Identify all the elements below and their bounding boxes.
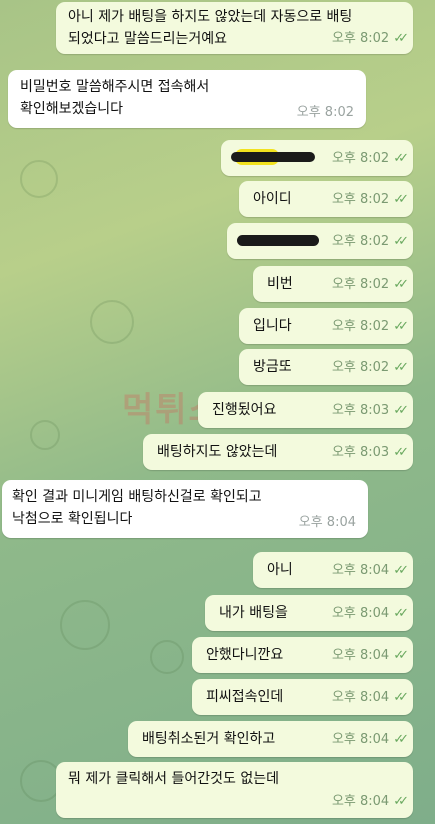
message-text: 확인 결과 미니게임 배팅하신걸로 확인되고 낙첨으로 확인됩니다: [12, 489, 262, 527]
double-check-icon: ✓✓: [393, 690, 409, 705]
message-meta: 오후 8:02 ✓✓: [331, 316, 409, 338]
message-meta: 오후 8:02 ✓✓: [331, 189, 409, 211]
message-meta: 오후 8:04 ✓✓: [331, 560, 409, 582]
double-check-icon: ✓✓: [393, 732, 409, 747]
message-meta: 오후 8:04 ✓✓: [331, 603, 409, 625]
outgoing-message[interactable]: 아이디 오후 8:02 ✓✓: [239, 181, 413, 217]
timestamp: 오후 8:04: [331, 732, 390, 747]
double-check-icon: ✓✓: [393, 648, 409, 663]
double-check-icon: ✓✓: [393, 31, 409, 46]
message-text: 안했다니깐요: [206, 647, 284, 663]
outgoing-message[interactable]: 진행됬어요 오후 8:03 ✓✓: [198, 392, 413, 428]
double-check-icon: ✓✓: [393, 445, 409, 460]
double-check-icon: ✓✓: [393, 563, 409, 578]
message-meta: 오후 8:04 ✓✓: [331, 729, 409, 751]
timestamp: 오후 8:02: [331, 234, 390, 249]
message-meta: 오후 8:04 ✓✓: [331, 791, 409, 813]
timestamp: 오후 8:04: [298, 515, 356, 530]
timestamp: 오후 8:04: [331, 690, 390, 705]
double-check-icon: ✓✓: [393, 794, 409, 809]
message-text: 입니다: [253, 318, 292, 334]
outgoing-message[interactable]: 피씨접속인데 오후 8:04 ✓✓: [192, 679, 413, 715]
timestamp: 오후 8:02: [331, 192, 390, 207]
message-text: 비번: [267, 276, 293, 292]
outgoing-message[interactable]: 비번 오후 8:02 ✓✓: [253, 266, 413, 302]
message-text: 아이디: [253, 191, 292, 207]
message-meta: 오후 8:02: [297, 102, 354, 124]
incoming-message[interactable]: 확인 결과 미니게임 배팅하신걸로 확인되고 낙첨으로 확인됩니다 오후 8:0…: [2, 480, 368, 538]
outgoing-message[interactable]: 아니 제가 배팅을 하지도 않았는데 자동으로 배팅 되었다고 말씀드리는거예요…: [56, 2, 413, 54]
timestamp: 오후 8:04: [331, 648, 390, 663]
outgoing-message[interactable]: 입니다 오후 8:02 ✓✓: [239, 308, 413, 344]
double-check-icon: ✓✓: [393, 606, 409, 621]
message-meta: 오후 8:03 ✓✓: [331, 400, 409, 422]
timestamp: 오후 8:04: [331, 794, 390, 809]
double-check-icon: ✓✓: [393, 192, 409, 207]
message-meta: 오후 8:02 ✓✓: [331, 28, 409, 50]
message-meta: 오후 8:04 ✓✓: [331, 645, 409, 667]
outgoing-message[interactable]: 뭐 제가 클릭해서 들어간것도 없는데 오후 8:04 ✓✓: [56, 762, 413, 818]
incoming-message[interactable]: 비밀번호 말씀해주시면 접속해서 확인해보겠습니다 오후 8:02: [8, 70, 366, 128]
message-text: 방금또: [253, 359, 292, 375]
message-meta: 오후 8:02 ✓✓: [331, 148, 409, 170]
timestamp: 오후 8:02: [331, 31, 390, 46]
outgoing-message[interactable]: 내가 배팅을 오후 8:04 ✓✓: [205, 595, 413, 631]
double-check-icon: ✓✓: [393, 403, 409, 418]
message-text: 비밀번호 말씀해주시면 접속해서 확인해보겠습니다: [20, 79, 210, 117]
message-text: 배팅취소된거 확인하고: [142, 731, 276, 747]
message-meta: 오후 8:04: [299, 512, 356, 534]
message-text: 아니 제가 배팅을 하지도 않았는데 자동으로 배팅 되었다고 말씀드리는거예요: [68, 9, 353, 47]
timestamp: 오후 8:02: [331, 360, 390, 375]
timestamp: 오후 8:02: [331, 151, 390, 166]
message-meta: 오후 8:02 ✓✓: [331, 274, 409, 296]
double-check-icon: ✓✓: [393, 234, 409, 249]
message-text: 피씨접속인데: [206, 689, 284, 705]
outgoing-message[interactable]: 오후 8:02 ✓✓: [227, 223, 413, 259]
message-text: 배팅하지도 않았는데: [157, 444, 278, 460]
message-text: 아니: [267, 562, 293, 578]
outgoing-message[interactable]: 방금또 오후 8:02 ✓✓: [239, 349, 413, 385]
message-text: 뭐 제가 클릭해서 들어간것도 없는데: [68, 771, 279, 787]
message-meta: 오후 8:03 ✓✓: [331, 442, 409, 464]
double-check-icon: ✓✓: [393, 151, 409, 166]
message-text: 진행됬어요: [212, 402, 277, 418]
timestamp: 오후 8:02: [296, 105, 354, 120]
timestamp: 오후 8:03: [331, 445, 390, 460]
outgoing-message[interactable]: 안했다니깐요 오후 8:04 ✓✓: [192, 637, 413, 673]
message-text: 내가 배팅을: [219, 605, 288, 621]
chat-area[interactable]: 아니 제가 배팅을 하지도 않았는데 자동으로 배팅 되었다고 말씀드리는거예요…: [0, 0, 435, 824]
double-check-icon: ✓✓: [393, 277, 409, 292]
timestamp: 오후 8:04: [331, 606, 390, 621]
message-meta: 오후 8:02 ✓✓: [331, 231, 409, 253]
timestamp: 오후 8:03: [331, 403, 390, 418]
timestamp: 오후 8:04: [331, 563, 390, 578]
redacted-text: [231, 152, 315, 162]
double-check-icon: ✓✓: [393, 319, 409, 334]
outgoing-message[interactable]: 배팅취소된거 확인하고 오후 8:04 ✓✓: [128, 721, 413, 757]
timestamp: 오후 8:02: [331, 319, 390, 334]
double-check-icon: ✓✓: [393, 360, 409, 375]
timestamp: 오후 8:02: [331, 277, 390, 292]
outgoing-message[interactable]: 오후 8:02 ✓✓: [221, 140, 413, 176]
outgoing-message[interactable]: 배팅하지도 않았는데 오후 8:03 ✓✓: [143, 434, 413, 470]
outgoing-message[interactable]: 아니 오후 8:04 ✓✓: [253, 552, 413, 588]
redacted-text: [237, 235, 319, 246]
message-meta: 오후 8:04 ✓✓: [331, 687, 409, 709]
message-meta: 오후 8:02 ✓✓: [331, 357, 409, 379]
